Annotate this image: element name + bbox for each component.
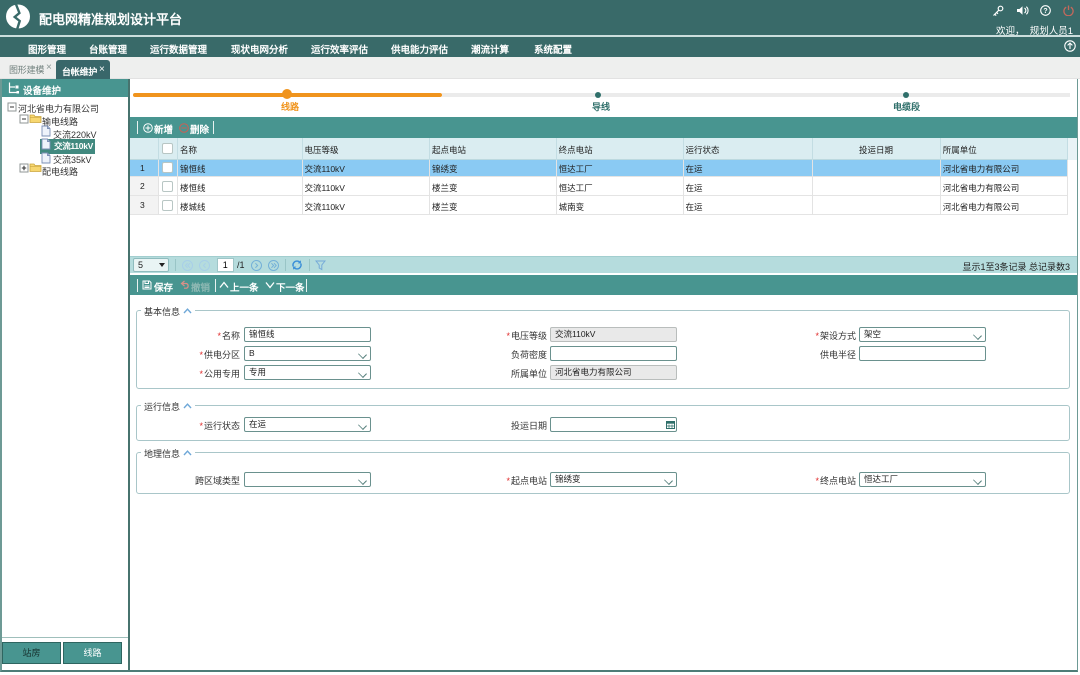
svg-text:?: ? <box>1043 8 1047 15</box>
